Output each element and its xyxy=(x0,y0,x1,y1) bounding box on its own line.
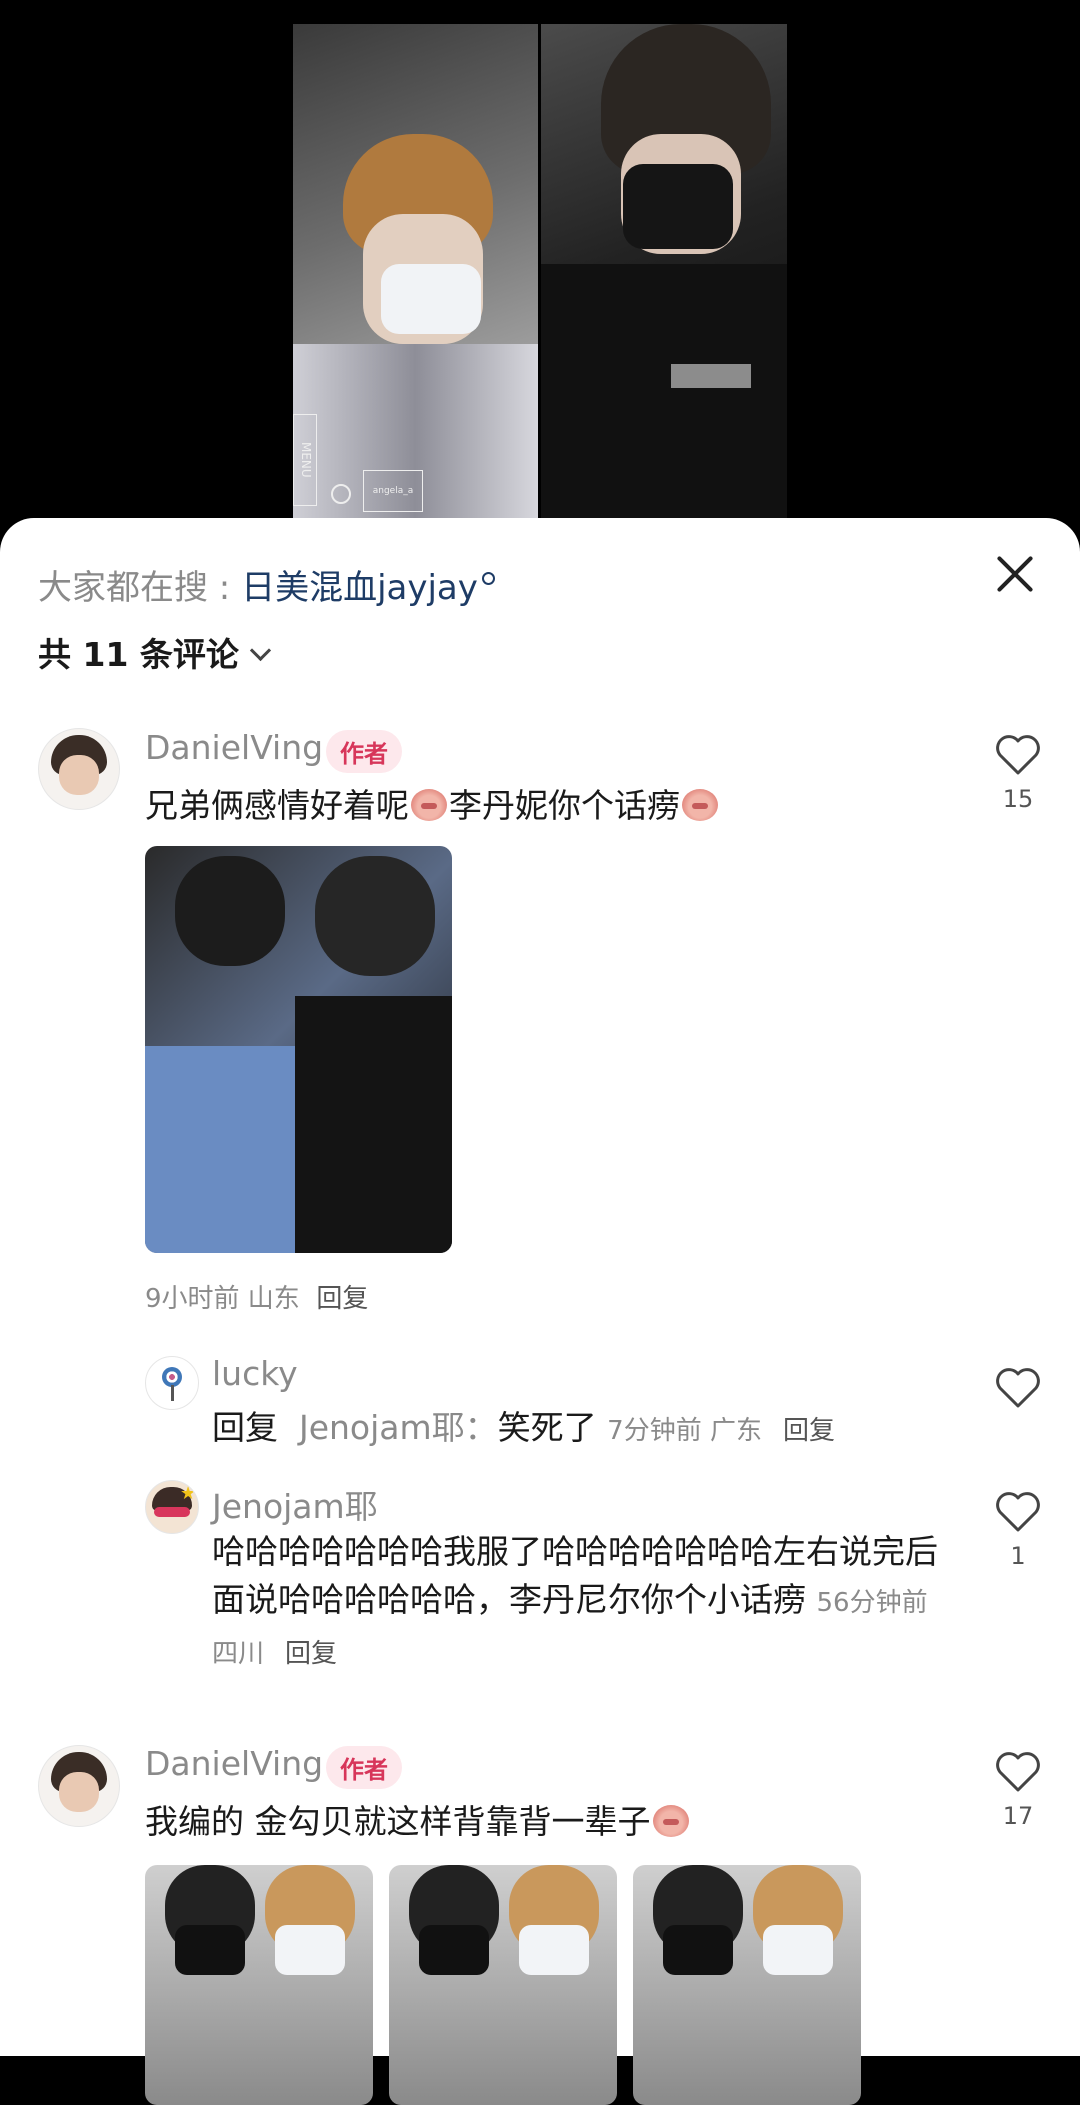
comment-text-part1: 兄弟俩感情好着呢 xyxy=(145,786,409,825)
comment-count-dropdown[interactable]: 共 11 条评论 xyxy=(38,628,272,676)
reply-text: 回复 Jenojam耶：笑死了 7分钟前 广东 回复 xyxy=(212,1404,835,1455)
heart-outline-icon xyxy=(996,1492,1040,1532)
heart-outline-icon xyxy=(996,1752,1040,1792)
comment-image-thumb[interactable] xyxy=(389,1865,617,2105)
reply-to-user[interactable]: Jenojam耶： xyxy=(299,1408,498,1447)
comment-meta: 9小时前 山东 回复 xyxy=(145,1278,368,1315)
like-button[interactable] xyxy=(988,1366,1048,1410)
like-button[interactable]: 17 xyxy=(988,1750,1048,1830)
comment-image-thumb[interactable] xyxy=(145,1865,373,2105)
avatar[interactable] xyxy=(145,1356,199,1410)
comment-text-part1: 我编的 金勾贝就这样背靠背一辈子 xyxy=(145,1802,651,1841)
reply-author[interactable]: Jenojam耶 xyxy=(212,1480,378,1528)
comment-author[interactable]: DanielVing xyxy=(145,1744,323,1783)
avatar[interactable]: ★ xyxy=(145,1480,199,1534)
like-count: 15 xyxy=(1002,785,1034,813)
reply-author[interactable]: lucky xyxy=(212,1354,298,1393)
author-badge: 作者 xyxy=(326,730,402,773)
reply-button[interactable]: 回复 xyxy=(316,1284,368,1314)
like-button[interactable]: 1 xyxy=(988,1490,1048,1570)
comment-image-thumb[interactable] xyxy=(633,1865,861,2105)
watermark-search-icon xyxy=(331,484,351,504)
pig-emoji-icon xyxy=(411,789,447,821)
search-suggestion[interactable]: 大家都在搜 : 日美混血jayjay xyxy=(38,560,495,609)
comment-text: 兄弟俩感情好着呢 李丹妮你个话痨 xyxy=(145,782,720,830)
like-count: 17 xyxy=(1002,1802,1034,1830)
pig-emoji-icon xyxy=(652,1805,689,1837)
search-icon xyxy=(481,572,495,585)
search-term-link[interactable]: 日美混血jayjay xyxy=(241,568,478,608)
heart-outline-icon xyxy=(996,735,1040,775)
avatar[interactable] xyxy=(38,728,120,810)
reply-button[interactable]: 回复 xyxy=(783,1416,835,1446)
comment-text: 我编的 金勾贝就这样背靠背一辈子 xyxy=(145,1798,691,1846)
heart-outline-icon xyxy=(996,1368,1040,1408)
reply-text: 哈哈哈哈哈哈哈我服了哈哈哈哈哈哈哈左右说完后面说哈哈哈哈哈哈，李丹尼尔你个小话痨… xyxy=(212,1528,947,1678)
photo-left: MENU angela_a xyxy=(293,24,538,518)
chevron-down-icon xyxy=(249,639,272,662)
comments-sheet: 大家都在搜 : 日美混血jayjay 共 11 条评论 DanielVing 作… xyxy=(0,518,1080,2056)
reply-prefix: 回复 xyxy=(212,1408,278,1447)
like-button[interactable]: 15 xyxy=(988,733,1048,813)
search-prefix: 大家都在搜 : xyxy=(38,568,242,608)
author-badge: 作者 xyxy=(326,1746,402,1789)
reply-button[interactable]: 回复 xyxy=(285,1639,337,1669)
reply-body: 笑死了 xyxy=(497,1408,597,1447)
avatar[interactable] xyxy=(38,1745,120,1827)
close-icon[interactable] xyxy=(995,554,1035,594)
pig-emoji-icon xyxy=(682,789,718,821)
comment-time-location: 9小时前 山东 xyxy=(145,1284,300,1314)
watermark-menu: MENU xyxy=(293,414,317,506)
video-area[interactable]: MENU angela_a xyxy=(0,0,1080,560)
comment-count-label: 共 11 条评论 xyxy=(38,635,239,674)
comment-image[interactable] xyxy=(145,846,452,1253)
photo-right xyxy=(541,24,787,518)
watermark-text: angela_a xyxy=(363,470,423,512)
reply-time-location: 7分钟前 广东 xyxy=(607,1416,762,1446)
comment-author[interactable]: DanielVing xyxy=(145,728,323,767)
like-count: 1 xyxy=(1010,1542,1026,1570)
comment-text-part2: 李丹妮你个话痨 xyxy=(449,786,680,825)
